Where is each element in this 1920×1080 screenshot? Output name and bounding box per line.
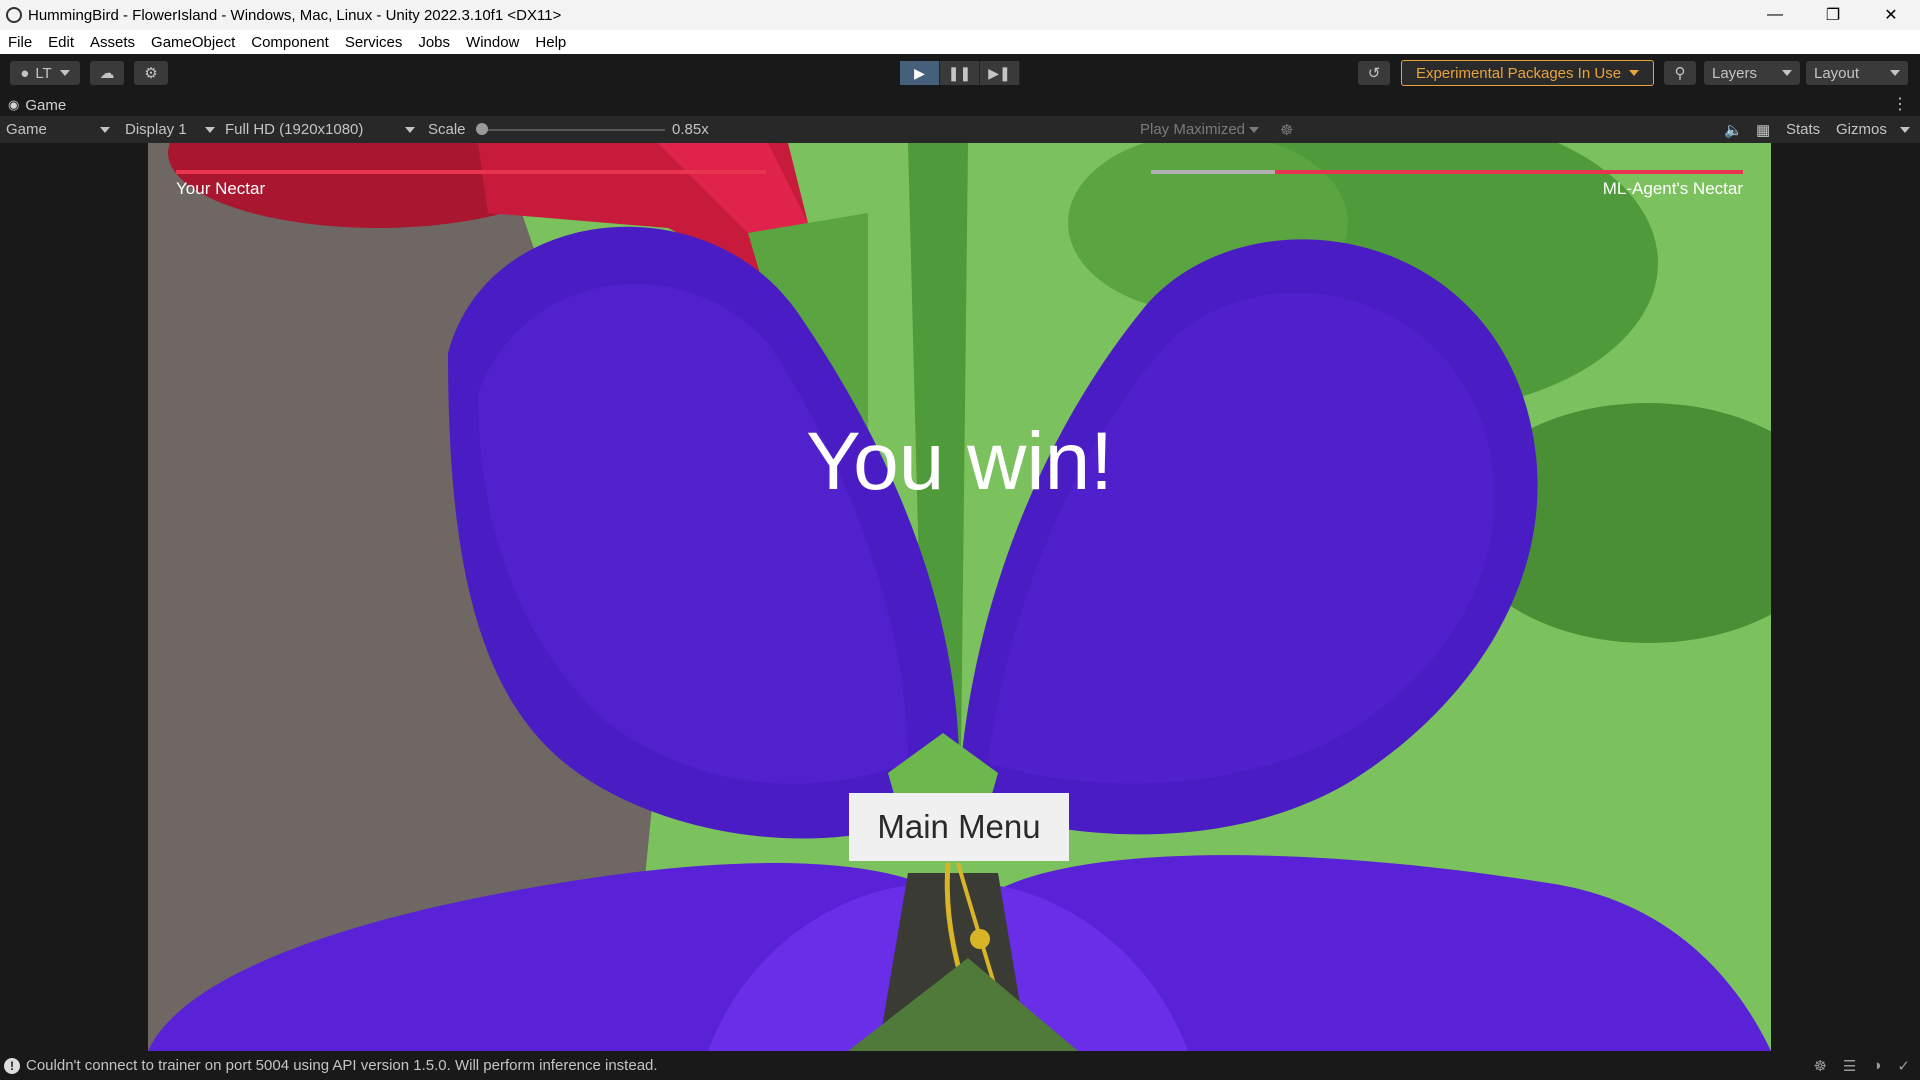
restore-icon[interactable]: ❐: [1804, 0, 1862, 30]
chevron-down-icon: [205, 126, 215, 133]
gizmos-button[interactable]: Gizmos: [1836, 116, 1887, 143]
scale-slider-thumb[interactable]: [476, 123, 488, 135]
menu-gameobject[interactable]: GameObject: [143, 34, 243, 51]
search-icon: ⚲: [1674, 65, 1686, 82]
chevron-down-icon: [1890, 70, 1900, 76]
menu-file[interactable]: File: [0, 34, 40, 51]
display-label: Display 1: [125, 121, 187, 138]
chevron-down-icon: [1249, 126, 1260, 133]
game-viewport: Your Nectar ML-Agent's Nectar You win! M…: [0, 143, 1920, 1051]
chevron-down-icon: [59, 70, 70, 76]
play-maximized-label: Play Maximized: [1140, 121, 1246, 138]
tab-game[interactable]: ◉ Game: [8, 94, 66, 116]
layers-label: Layers: [1712, 64, 1758, 82]
your-nectar-bar: [176, 170, 766, 174]
menu-services[interactable]: Services: [337, 34, 411, 51]
scale-label: Scale: [428, 121, 466, 138]
stats-button[interactable]: Stats: [1786, 116, 1820, 143]
layout-dropdown[interactable]: Layout: [1806, 61, 1908, 85]
grid-icon[interactable]: ▦: [1756, 116, 1770, 143]
result-text: You win!: [806, 416, 1113, 507]
gizmos-dropdown[interactable]: [1900, 116, 1910, 143]
your-nectar-label: Your Nectar: [176, 179, 266, 198]
main-toolbar: ● LT ☁ ⚙ ▶ ❚❚ ▶❚ ↺ Experimental Packages…: [0, 54, 1920, 92]
check-icon[interactable]: ✓: [1897, 1057, 1910, 1075]
menu-help[interactable]: Help: [527, 34, 574, 51]
menu-jobs[interactable]: Jobs: [410, 34, 458, 51]
layout-label: Layout: [1814, 64, 1860, 82]
play-button[interactable]: ▶: [900, 61, 940, 85]
resolution-dropdown[interactable]: Full HD (1920x1080): [225, 116, 415, 143]
search-button[interactable]: ⚲: [1664, 61, 1696, 85]
step-icon: ▶❚: [988, 64, 1011, 81]
tab-game-label: Game: [25, 96, 67, 114]
pause-button[interactable]: ❚❚: [940, 61, 980, 85]
resolution-label: Full HD (1920x1080): [225, 121, 364, 138]
collab-button[interactable]: ⚙: [134, 61, 168, 85]
experimental-packages-label: Experimental Packages In Use: [1415, 64, 1622, 82]
account-button[interactable]: ● LT: [10, 61, 80, 85]
status-icons: ☸ ☰ ◑ ✓: [1813, 1057, 1910, 1075]
view-mode-dropdown[interactable]: Game: [6, 116, 110, 143]
unity-logo-icon: [6, 7, 22, 23]
editor-tab-bar: ◉ Game ⋮: [0, 92, 1920, 116]
cloud-button[interactable]: ☁: [90, 61, 124, 85]
chevron-down-icon: [1629, 70, 1640, 76]
step-button[interactable]: ▶❚: [980, 61, 1020, 85]
display-dropdown[interactable]: Display 1: [125, 116, 215, 143]
experimental-packages-button[interactable]: Experimental Packages In Use: [1401, 60, 1654, 86]
flower-scene-illustration: [148, 143, 1771, 1051]
history-icon: ↺: [1367, 65, 1381, 82]
scale-slider-track[interactable]: [481, 129, 665, 131]
chevron-down-icon: [1782, 70, 1792, 76]
menu-window[interactable]: Window: [458, 34, 527, 51]
chevron-down-icon: [100, 126, 110, 133]
game-view-toolbar: Game Display 1 Full HD (1920x1080) Scale…: [0, 116, 1920, 143]
menu-component[interactable]: Component: [243, 34, 337, 51]
scale-value: 0.85x: [672, 121, 709, 138]
window-title: HummingBird - FlowerIsland - Windows, Ma…: [28, 6, 562, 24]
menu-assets[interactable]: Assets: [82, 34, 143, 51]
cache-icon[interactable]: ◑: [1872, 1057, 1881, 1075]
cloud-icon: ☁: [99, 65, 115, 82]
view-mode-label: Game: [6, 121, 47, 138]
agent-nectar-label: ML-Agent's Nectar: [1602, 179, 1743, 198]
more-options-icon[interactable]: ⋮: [1892, 94, 1908, 114]
play-maximized-dropdown[interactable]: Play Maximized: [1140, 116, 1260, 143]
minimize-icon[interactable]: —: [1746, 0, 1804, 30]
agent-nectar-bar: [1275, 170, 1743, 174]
status-bar: ! Couldn't connect to trainer on port 50…: [0, 1051, 1920, 1080]
chevron-down-icon: [405, 126, 415, 133]
play-controls: ▶ ❚❚ ▶❚: [900, 61, 1020, 85]
play-icon: ▶: [914, 64, 925, 81]
title-bar: HummingBird - FlowerIsland - Windows, Ma…: [0, 0, 1920, 30]
account-label: LT: [35, 64, 52, 82]
layers-icon[interactable]: ☰: [1843, 1057, 1856, 1075]
chevron-down-icon: [1900, 126, 1910, 133]
settings-icon: ⚙: [144, 65, 158, 82]
pause-icon: ❚❚: [947, 64, 972, 81]
bug-icon[interactable]: ☸: [1280, 116, 1293, 143]
menu-bar: File Edit Assets GameObject Component Se…: [0, 30, 1920, 54]
layers-dropdown[interactable]: Layers: [1704, 61, 1800, 85]
console-message[interactable]: Couldn't connect to trainer on port 5004…: [26, 1057, 658, 1074]
audio-icon[interactable]: 🔈: [1724, 116, 1743, 143]
close-icon[interactable]: ✕: [1862, 0, 1920, 30]
history-button[interactable]: ↺: [1358, 61, 1390, 85]
account-icon: ●: [20, 64, 30, 82]
warning-icon: !: [4, 1057, 20, 1074]
debug-icon[interactable]: ☸: [1813, 1057, 1826, 1075]
gamepad-icon: ◉: [8, 97, 20, 112]
menu-edit[interactable]: Edit: [40, 34, 82, 51]
main-menu-button[interactable]: Main Menu: [849, 793, 1069, 861]
game-render[interactable]: Your Nectar ML-Agent's Nectar You win! M…: [148, 143, 1771, 1051]
